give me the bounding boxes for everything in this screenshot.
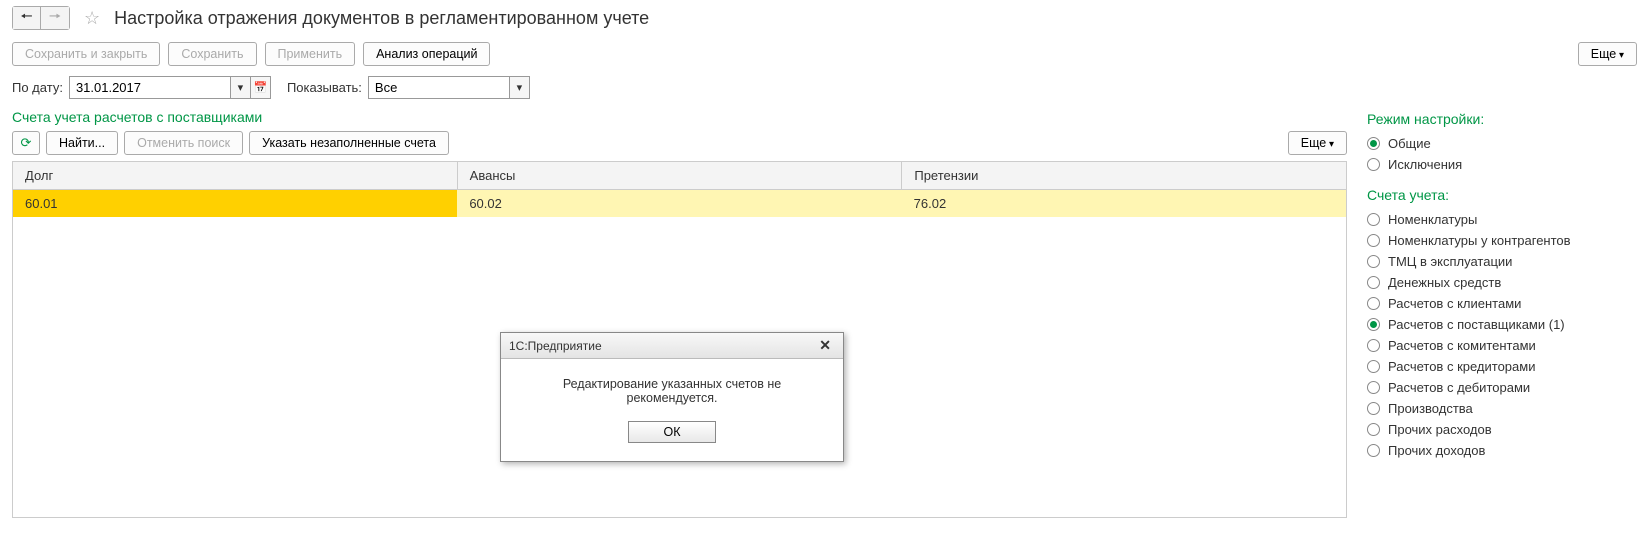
accounts-option-9[interactable]: Производства	[1367, 398, 1637, 419]
radio-label: Расчетов с клиентами	[1388, 296, 1521, 311]
mode-radio-group: Общие Исключения	[1367, 133, 1637, 175]
radio-label: Расчетов с комитентами	[1388, 338, 1536, 353]
radio-icon	[1367, 402, 1380, 415]
apply-button[interactable]: Применить	[265, 42, 356, 66]
nav-back-button[interactable]: 🠔	[13, 7, 41, 29]
radio-label: Общие	[1388, 136, 1431, 151]
radio-icon	[1367, 297, 1380, 310]
radio-icon	[1367, 158, 1380, 171]
radio-label: Номенклатуры	[1388, 212, 1477, 227]
mode-option-1[interactable]: Исключения	[1367, 154, 1637, 175]
accounts-option-0[interactable]: Номенклатуры	[1367, 209, 1637, 230]
show-label: Показывать:	[287, 80, 362, 95]
cell-claims[interactable]: 76.02	[902, 190, 1346, 217]
radio-label: Номенклатуры у контрагентов	[1388, 233, 1571, 248]
radio-icon	[1367, 318, 1380, 331]
date-input[interactable]	[70, 77, 230, 98]
table-row[interactable]: 60.01 60.02 76.02	[13, 190, 1346, 217]
nav-forward-button[interactable]: 🠖	[41, 7, 69, 29]
date-label: По дату:	[12, 80, 63, 95]
radio-label: Расчетов с дебиторами	[1388, 380, 1530, 395]
cancel-search-button[interactable]: Отменить поиск	[124, 131, 243, 155]
favorite-star-icon[interactable]: ☆	[84, 8, 100, 29]
radio-icon	[1367, 213, 1380, 226]
radio-icon	[1367, 276, 1380, 289]
col-header-claims[interactable]: Претензии	[902, 162, 1346, 189]
radio-icon	[1367, 381, 1380, 394]
save-button[interactable]: Сохранить	[168, 42, 256, 66]
accounts-option-1[interactable]: Номенклатуры у контрагентов	[1367, 230, 1637, 251]
cell-advances[interactable]: 60.02	[457, 190, 901, 217]
warning-dialog: 1С:Предприятие ✕ Редактирование указанны…	[500, 332, 844, 462]
radio-label: Прочих доходов	[1388, 443, 1485, 458]
accounts-option-2[interactable]: ТМЦ в эксплуатации	[1367, 251, 1637, 272]
save-close-button[interactable]: Сохранить и закрыть	[12, 42, 160, 66]
dialog-ok-button[interactable]: ОК	[628, 421, 715, 443]
dialog-close-button[interactable]: ✕	[815, 337, 835, 354]
radio-icon	[1367, 255, 1380, 268]
specify-empty-button[interactable]: Указать незаполненные счета	[249, 131, 449, 155]
radio-label: Расчетов с поставщиками (1)	[1388, 317, 1565, 332]
section-title: Счета учета расчетов с поставщиками	[12, 109, 1347, 125]
accounts-option-5[interactable]: Расчетов с поставщиками (1)	[1367, 314, 1637, 335]
show-dropdown-button[interactable]: ▾	[509, 77, 529, 98]
accounts-option-11[interactable]: Прочих доходов	[1367, 440, 1637, 461]
radio-icon	[1367, 360, 1380, 373]
radio-label: Исключения	[1388, 157, 1462, 172]
radio-icon	[1367, 234, 1380, 247]
radio-icon	[1367, 339, 1380, 352]
accounts-radio-group: Номенклатуры Номенклатуры у контрагентов Т…	[1367, 209, 1637, 461]
col-header-debt[interactable]: Долг	[13, 162, 458, 189]
page-title: Настройка отражения документов в регламе…	[114, 8, 649, 29]
radio-icon	[1367, 444, 1380, 457]
refresh-icon: ⟳	[21, 135, 32, 151]
more-button[interactable]: Еще	[1578, 42, 1637, 66]
radio-label: Производства	[1388, 401, 1473, 416]
col-header-advances[interactable]: Авансы	[458, 162, 903, 189]
radio-label: Расчетов с кредиторами	[1388, 359, 1535, 374]
find-button[interactable]: Найти...	[46, 131, 118, 155]
dialog-title: 1С:Предприятие	[509, 339, 602, 353]
accounts-option-8[interactable]: Расчетов с дебиторами	[1367, 377, 1637, 398]
accounts-title: Счета учета:	[1367, 187, 1637, 203]
radio-icon	[1367, 423, 1380, 436]
accounts-option-10[interactable]: Прочих расходов	[1367, 419, 1637, 440]
radio-label: Денежных средств	[1388, 275, 1501, 290]
radio-label: ТМЦ в эксплуатации	[1388, 254, 1512, 269]
date-calendar-button[interactable]: 📅	[250, 77, 270, 98]
analyze-operations-button[interactable]: Анализ операций	[363, 42, 490, 66]
mode-option-0[interactable]: Общие	[1367, 133, 1637, 154]
accounts-option-7[interactable]: Расчетов с кредиторами	[1367, 356, 1637, 377]
radio-icon	[1367, 137, 1380, 150]
accounts-option-3[interactable]: Денежных средств	[1367, 272, 1637, 293]
section-more-button[interactable]: Еще	[1288, 131, 1347, 155]
cell-debt[interactable]: 60.01	[13, 190, 457, 217]
date-dropdown-button[interactable]: ▾	[230, 77, 250, 98]
mode-title: Режим настройки:	[1367, 111, 1637, 127]
accounts-option-6[interactable]: Расчетов с комитентами	[1367, 335, 1637, 356]
accounts-option-4[interactable]: Расчетов с клиентами	[1367, 293, 1637, 314]
show-select[interactable]	[369, 77, 509, 98]
refresh-button[interactable]: ⟳	[12, 131, 40, 155]
radio-label: Прочих расходов	[1388, 422, 1492, 437]
dialog-message: Редактирование указанных счетов не реком…	[519, 377, 825, 405]
